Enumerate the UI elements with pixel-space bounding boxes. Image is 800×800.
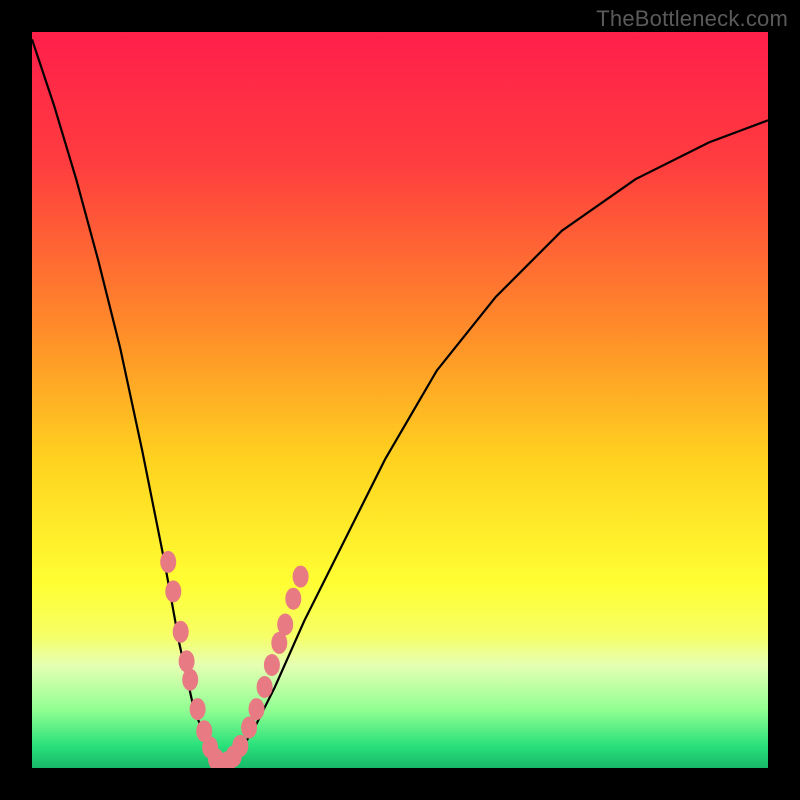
data-dot (264, 654, 280, 676)
data-dot (190, 698, 206, 720)
data-dot (277, 614, 293, 636)
data-dot (249, 698, 265, 720)
data-dot (285, 588, 301, 610)
chart-stage: TheBottleneck.com (0, 0, 800, 800)
data-dot (160, 551, 176, 573)
data-dot (182, 669, 198, 691)
data-dot (293, 566, 309, 588)
data-dot (257, 676, 273, 698)
data-dot (179, 650, 195, 672)
watermark-text: TheBottleneck.com (596, 6, 788, 32)
bottleneck-chart (0, 0, 800, 800)
data-dot (165, 580, 181, 602)
data-dot (232, 735, 248, 757)
plot-background (32, 32, 768, 768)
data-dot (173, 621, 189, 643)
